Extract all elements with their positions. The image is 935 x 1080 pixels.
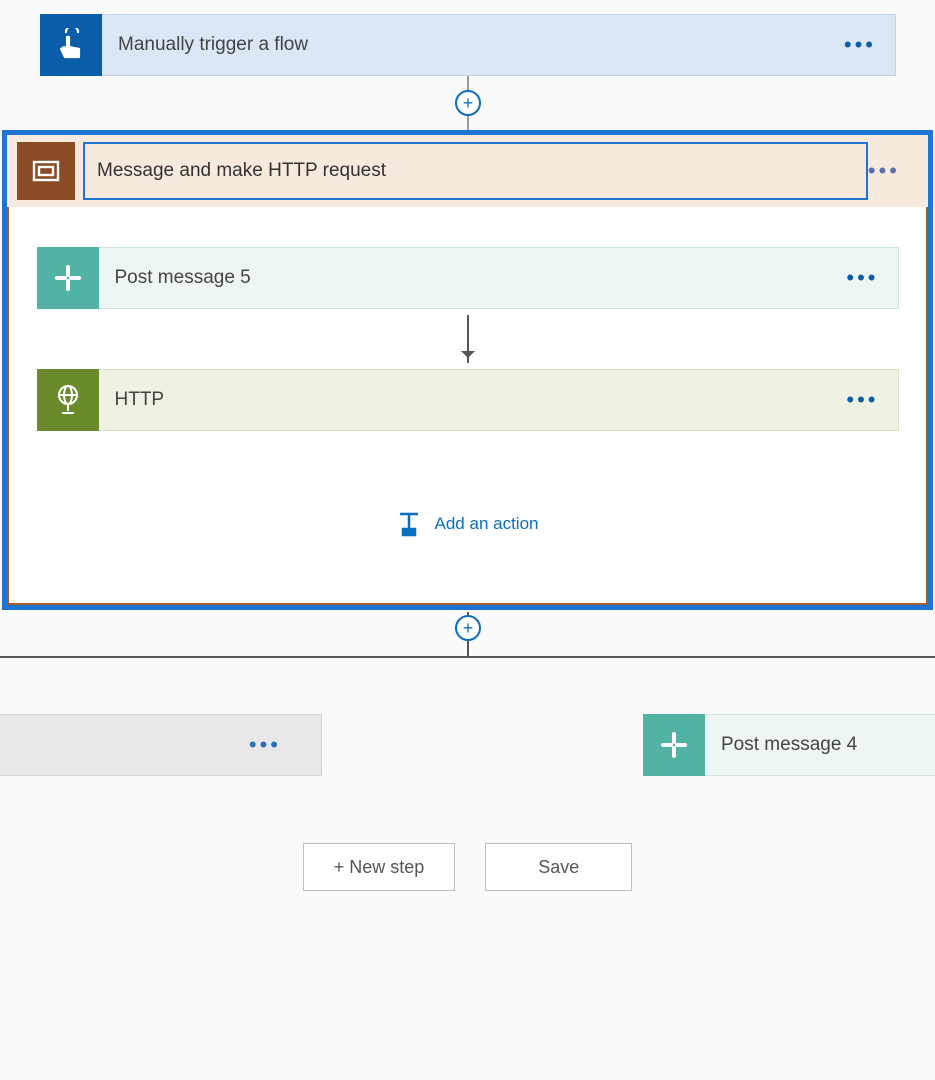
globe-icon xyxy=(37,369,99,431)
add-action-label: Add an action xyxy=(435,514,539,534)
http-card[interactable]: HTTP ••• xyxy=(37,369,899,431)
touch-icon xyxy=(40,14,102,76)
post-message-4-label: Post message 4 xyxy=(721,734,857,756)
add-action-button[interactable]: Add an action xyxy=(33,511,902,537)
trigger-menu[interactable]: ••• xyxy=(844,34,876,56)
post-message-4-card[interactable]: Post message 4 xyxy=(643,714,935,776)
slack-icon xyxy=(37,247,99,309)
post-message-menu[interactable]: ••• xyxy=(846,267,878,289)
save-button[interactable]: Save xyxy=(485,843,632,891)
post-message-label: Post message 5 xyxy=(115,267,251,289)
trigger-label: Manually trigger a flow xyxy=(118,34,308,56)
scope-header[interactable]: ••• xyxy=(7,135,928,207)
trigger-card[interactable]: Manually trigger a flow ••• xyxy=(40,14,896,76)
post-message-4-body: Post message 4 xyxy=(705,714,935,776)
add-step-button-1[interactable]: + xyxy=(455,90,481,116)
insert-action-icon xyxy=(397,511,421,537)
scope-icon xyxy=(17,142,75,200)
scope-container: ••• Post message 5 ••• xyxy=(2,130,933,610)
post-message-body: Post message 5 xyxy=(99,247,899,309)
http-menu[interactable]: ••• xyxy=(846,389,878,411)
branch-left-menu[interactable]: ••• xyxy=(249,734,281,756)
branch-connector-h xyxy=(0,656,935,658)
slack-icon xyxy=(643,714,705,776)
post-message-card[interactable]: Post message 5 ••• xyxy=(37,247,899,309)
trigger-body: Manually trigger a flow xyxy=(102,14,896,76)
scope-body: Post message 5 ••• HTTP xyxy=(7,207,928,605)
http-body: HTTP xyxy=(99,369,899,431)
footer-buttons: + New step Save xyxy=(0,843,935,891)
arrow-icon xyxy=(467,315,469,363)
branch-left-card[interactable]: ••• xyxy=(0,714,322,776)
http-label: HTTP xyxy=(115,389,165,411)
new-step-button[interactable]: + New step xyxy=(303,843,456,891)
scope-menu[interactable]: ••• xyxy=(868,160,900,182)
add-step-button-2[interactable]: + xyxy=(455,615,481,641)
scope-title-input[interactable] xyxy=(83,142,868,200)
